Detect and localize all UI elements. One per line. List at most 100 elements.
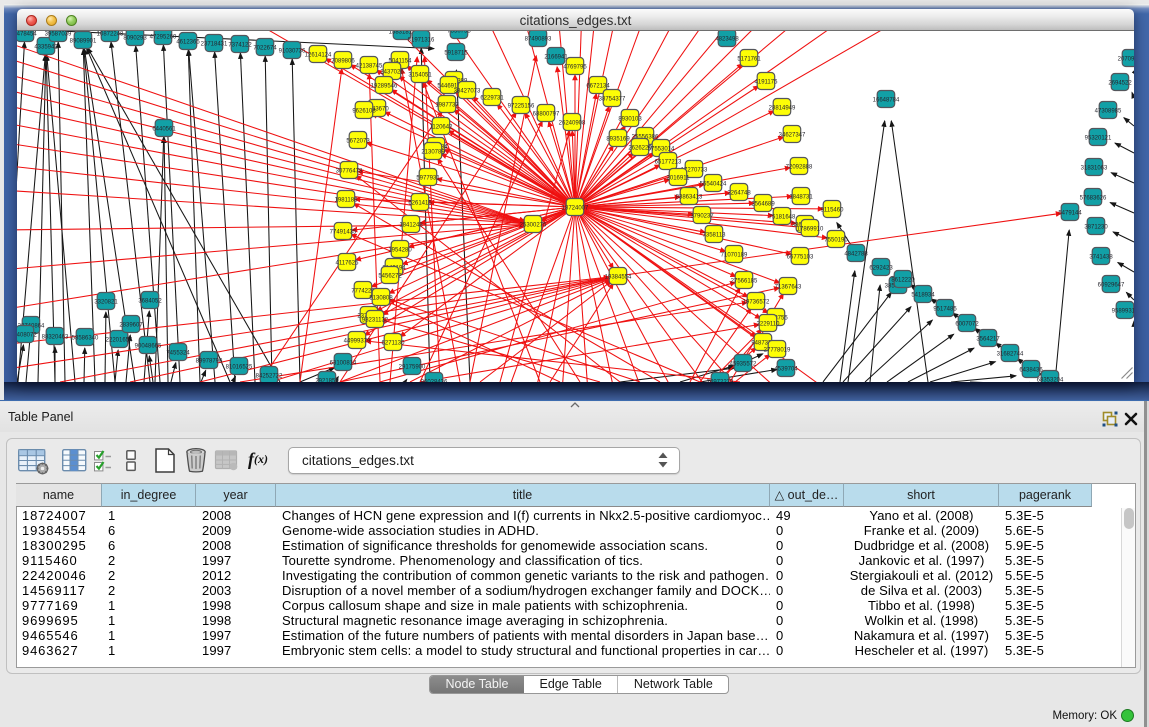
svg-text:97225156: 97225156 — [508, 103, 535, 109]
svg-text:38754377: 38754377 — [599, 96, 626, 102]
svg-text:65177213: 65177213 — [655, 159, 682, 165]
svg-text:27566185: 27566185 — [731, 278, 758, 284]
svg-text:45935572: 45935572 — [730, 361, 757, 367]
svg-text:7022674: 7022674 — [253, 45, 277, 51]
svg-text:2564689: 2564689 — [751, 201, 775, 207]
svg-text:3684052: 3684052 — [138, 298, 162, 304]
svg-text:2166941: 2166941 — [544, 54, 568, 60]
svg-text:26240908: 26240908 — [559, 120, 586, 126]
svg-text:18724007: 18724007 — [562, 205, 589, 211]
svg-text:9626108: 9626108 — [352, 108, 376, 114]
svg-text:84252722: 84252722 — [256, 373, 283, 379]
svg-text:5918715: 5918715 — [444, 50, 468, 56]
svg-text:6271130: 6271130 — [382, 340, 406, 346]
svg-text:55540424: 55540424 — [700, 181, 727, 187]
svg-text:5130808: 5130808 — [369, 295, 393, 301]
svg-text:8612220: 8612220 — [891, 277, 915, 283]
svg-text:39587039: 39587039 — [45, 31, 72, 37]
svg-text:6229731: 6229731 — [480, 95, 504, 101]
svg-text:4117625: 4117625 — [336, 260, 360, 266]
svg-text:9517485: 9517485 — [933, 306, 957, 312]
svg-text:2016911: 2016911 — [667, 175, 691, 181]
svg-text:7455324: 7455324 — [166, 350, 190, 356]
svg-text:4539704: 4539704 — [774, 366, 798, 372]
svg-text:58586340: 58586340 — [72, 335, 99, 341]
svg-text:5418934: 5418934 — [911, 292, 935, 298]
svg-text:83863413: 83863413 — [676, 194, 703, 200]
svg-text:6292423: 6292423 — [869, 265, 893, 271]
svg-text:28814949: 28814949 — [769, 105, 796, 111]
svg-text:71070189: 71070189 — [721, 252, 748, 258]
svg-text:1954280: 1954280 — [388, 247, 412, 253]
svg-text:88320463: 88320463 — [42, 334, 69, 340]
svg-text:20709497: 20709497 — [1118, 56, 1134, 62]
svg-text:5672073: 5672073 — [346, 138, 370, 144]
svg-text:42138745: 42138745 — [356, 63, 383, 69]
svg-text:1841248: 1841248 — [399, 222, 423, 228]
svg-text:23718431: 23718431 — [201, 41, 228, 47]
svg-text:81016525: 81016525 — [226, 364, 253, 370]
svg-text:47295260: 47295260 — [150, 34, 177, 40]
svg-text:5171761: 5171761 — [737, 56, 761, 62]
svg-text:3741438: 3741438 — [1089, 254, 1113, 260]
svg-text:77491435: 77491435 — [330, 229, 357, 235]
svg-text:1848731: 1848731 — [789, 194, 813, 200]
svg-text:44999379: 44999379 — [344, 338, 371, 344]
svg-text:6261415: 6261415 — [408, 200, 432, 206]
svg-text:30776478: 30776478 — [336, 168, 363, 174]
svg-text:4612365: 4612365 — [176, 39, 200, 45]
svg-text:91030736: 91030736 — [279, 48, 306, 54]
svg-text:3564217: 3564217 — [976, 336, 1000, 342]
svg-text:87490893: 87490893 — [525, 36, 552, 42]
svg-text:89978790: 89978790 — [196, 358, 223, 364]
svg-text:19736572: 19736572 — [743, 299, 770, 305]
svg-text:63100814: 63100814 — [330, 360, 357, 366]
svg-text:5408072: 5408072 — [17, 332, 37, 338]
svg-text:9478454: 9478454 — [17, 31, 37, 37]
svg-text:27778019: 27778019 — [764, 347, 791, 353]
svg-text:72092888: 72092888 — [786, 164, 813, 170]
svg-text:8090293: 8090293 — [123, 35, 147, 41]
svg-text:38427073: 38427073 — [454, 88, 481, 94]
svg-text:29175900: 29175900 — [399, 364, 426, 370]
svg-text:3320821: 3320821 — [94, 299, 118, 305]
svg-text:2694522: 2694522 — [1108, 80, 1132, 86]
svg-text:6440561: 6440561 — [152, 126, 176, 132]
svg-text:16648784: 16648784 — [873, 97, 900, 103]
svg-text:5479144: 5479144 — [1058, 210, 1082, 216]
svg-text:25300275: 25300275 — [520, 222, 547, 228]
svg-text:5977931: 5977931 — [416, 175, 440, 181]
svg-text:10872248: 10872248 — [97, 31, 124, 37]
svg-text:5456272: 5456272 — [378, 273, 402, 279]
svg-text:4335942: 4335942 — [34, 44, 58, 50]
svg-text:19384554: 19384554 — [605, 274, 632, 280]
svg-text:2264748: 2264748 — [727, 190, 751, 196]
svg-text:19289546: 19289546 — [371, 83, 398, 89]
svg-text:3790237: 3790237 — [690, 213, 714, 219]
svg-text:8930103: 8930103 — [618, 116, 642, 122]
svg-text:75181648: 75181648 — [769, 214, 796, 220]
svg-text:31682744: 31682744 — [997, 351, 1024, 357]
svg-text:8935169: 8935169 — [606, 136, 630, 142]
svg-text:60929647: 60929647 — [1098, 282, 1125, 288]
svg-text:24972279: 24972279 — [707, 379, 734, 382]
svg-text:57683626: 57683626 — [1080, 195, 1107, 201]
svg-text:3154051: 3154051 — [408, 72, 432, 78]
svg-text:6438436: 6438436 — [1019, 367, 1043, 373]
svg-text:7350753: 7350753 — [447, 31, 471, 34]
svg-text:57553014: 57553014 — [648, 146, 675, 152]
svg-text:2921859: 2921859 — [315, 378, 339, 382]
svg-text:22201654: 22201654 — [106, 337, 133, 343]
svg-text:7089806: 7089806 — [331, 58, 355, 64]
svg-text:4769795: 4769795 — [563, 64, 587, 70]
svg-text:2229110: 2229110 — [757, 321, 781, 327]
svg-text:68353204: 68353204 — [1037, 377, 1064, 382]
svg-text:2839607: 2839607 — [119, 322, 143, 328]
svg-text:9115460: 9115460 — [821, 207, 845, 213]
svg-text:3871230: 3871230 — [1084, 224, 1108, 230]
svg-text:90048665: 90048665 — [135, 343, 162, 349]
svg-text:95899313: 95899313 — [1112, 308, 1134, 314]
svg-text:71367643: 71367643 — [775, 284, 802, 290]
svg-text:89089901: 89089901 — [70, 38, 97, 44]
svg-text:34627347: 34627347 — [779, 132, 806, 138]
